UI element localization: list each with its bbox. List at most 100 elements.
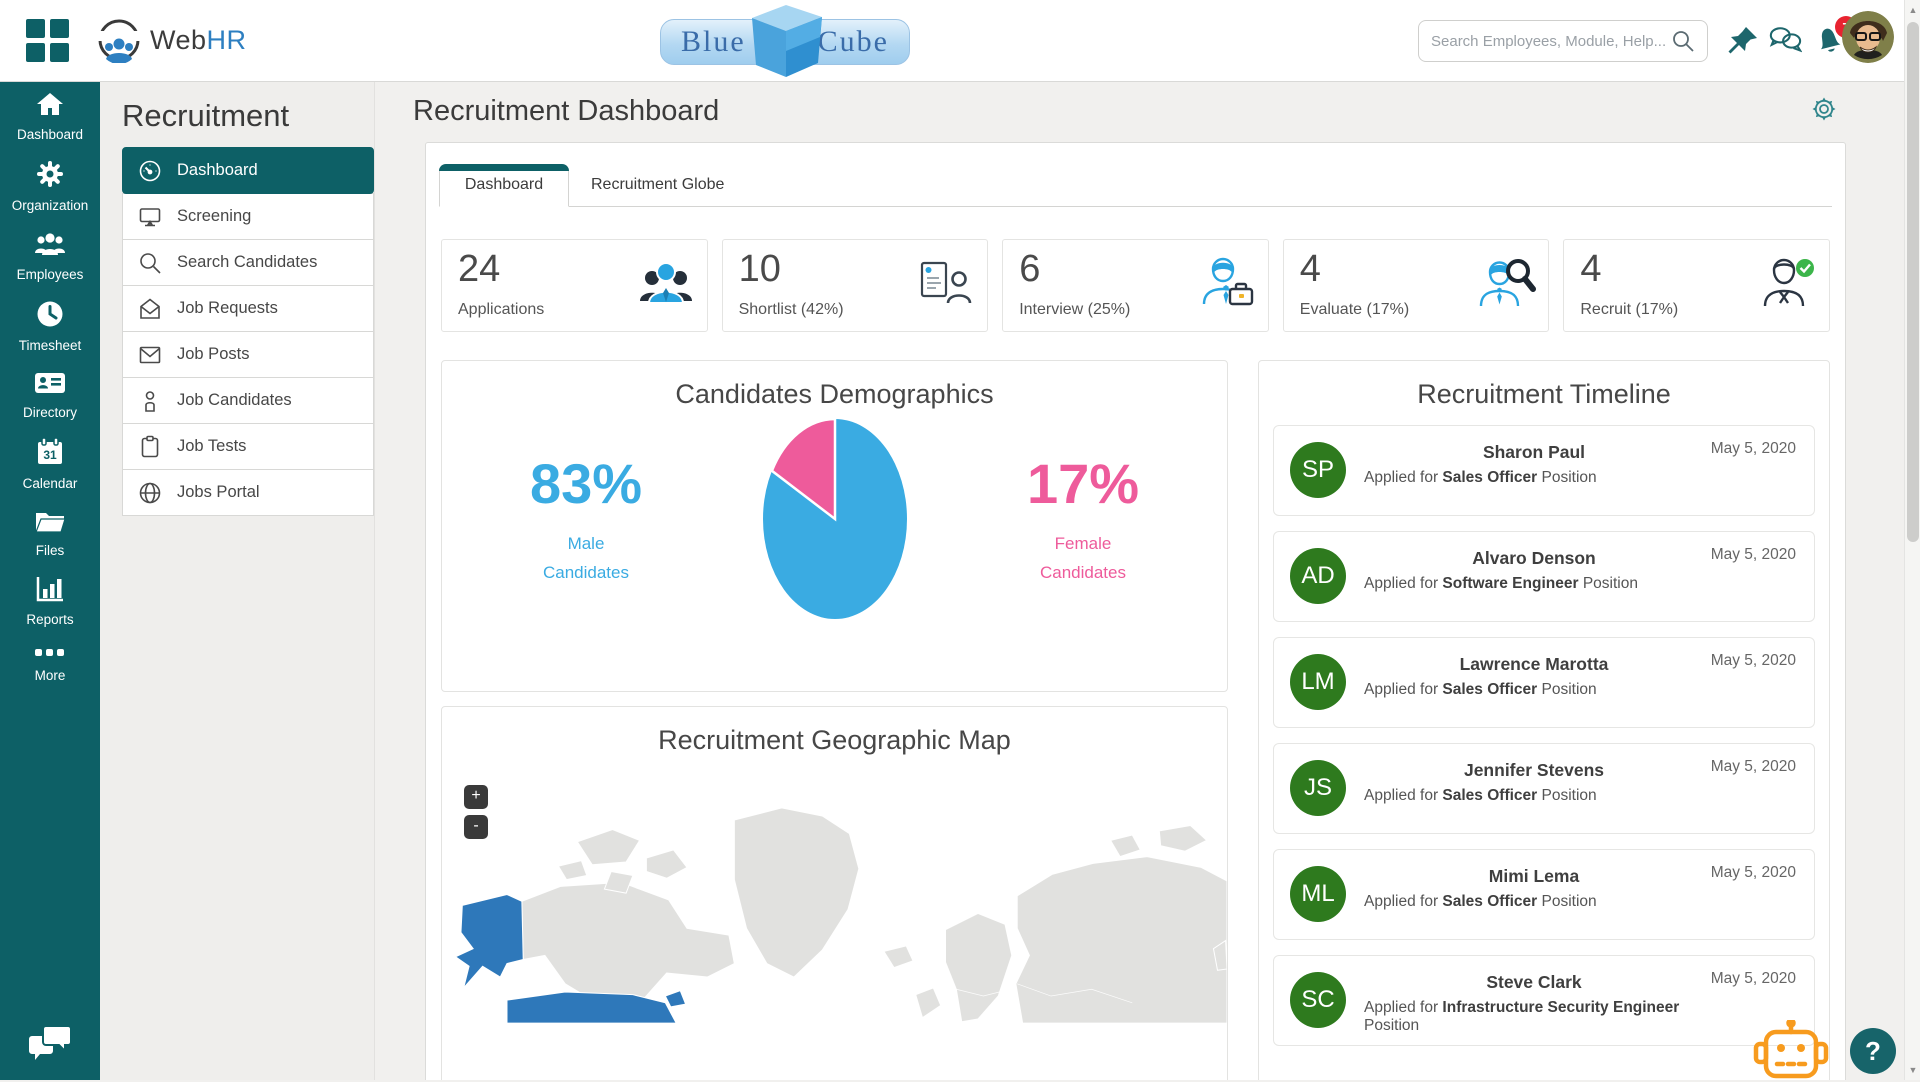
stat-card-recruit[interactable]: 4 Recruit (17%) bbox=[1563, 239, 1830, 332]
scrollbar-thumb[interactable] bbox=[1907, 22, 1919, 542]
stat-card-interview[interactable]: 6 Interview (25%) bbox=[1002, 239, 1269, 332]
application-date: May 5, 2020 bbox=[1711, 758, 1796, 776]
demographics-pie-chart[interactable] bbox=[755, 416, 915, 622]
tab-dashboard[interactable]: Dashboard bbox=[439, 164, 569, 207]
tab-recruitment-globe[interactable]: Recruitment Globe bbox=[569, 164, 746, 206]
menu-item-job-tests[interactable]: Job Tests bbox=[122, 423, 374, 470]
timeline-entry[interactable]: SP Sharon Paul Applied for Sales Officer… bbox=[1273, 425, 1815, 516]
map-zoom-out-button[interactable]: - bbox=[464, 815, 488, 839]
timeline-title: Recruitment Timeline bbox=[1273, 361, 1815, 410]
male-percentage-block: 83% MaleCandidates bbox=[476, 451, 696, 586]
page-scrollbar[interactable]: ▲ ▼ bbox=[1904, 0, 1920, 1080]
app-grid-icon[interactable] bbox=[26, 19, 70, 63]
timeline-entry[interactable]: LM Lawrence Marotta Applied for Sales Of… bbox=[1273, 637, 1815, 728]
people-icon bbox=[33, 231, 67, 257]
interview-person-briefcase-icon bbox=[1196, 256, 1256, 312]
rail-item-reports[interactable]: Reports bbox=[0, 567, 100, 636]
menu-item-screening[interactable]: Screening bbox=[122, 193, 374, 240]
applied-for-text: Applied for Sales Officer Position bbox=[1364, 681, 1704, 699]
main-content: Recruitment Dashboard Dashboard Recruitm… bbox=[375, 82, 1904, 1080]
application-date: May 5, 2020 bbox=[1711, 546, 1796, 564]
evaluate-person-magnifier-icon bbox=[1476, 256, 1536, 312]
candidate-name: Alvaro Denson bbox=[1364, 548, 1704, 569]
webhr-logo[interactable]: WebHR bbox=[96, 17, 247, 63]
chatbot-robot-icon[interactable] bbox=[1752, 1020, 1830, 1082]
avatar-initials: ML bbox=[1290, 866, 1346, 922]
bar-chart-icon bbox=[35, 576, 65, 602]
rail-item-organization[interactable]: Organization bbox=[0, 151, 100, 222]
demographics-title: Candidates Demographics bbox=[442, 361, 1227, 410]
female-percentage-block: 17% FemaleCandidates bbox=[973, 451, 1193, 586]
shortlist-resume-icon bbox=[917, 256, 975, 312]
stat-card-applications[interactable]: 24 Applications bbox=[441, 239, 708, 332]
demographics-card: Candidates Demographics 83% MaleCandidat… bbox=[441, 360, 1228, 692]
candidate-name: Steve Clark bbox=[1364, 972, 1704, 993]
rail-item-employees[interactable]: Employees bbox=[0, 222, 100, 291]
bluecube-logo: Blue Cube bbox=[660, 5, 910, 77]
clock-icon bbox=[36, 300, 64, 328]
webhr-logo-icon bbox=[96, 17, 142, 63]
search-icon[interactable] bbox=[1671, 29, 1695, 53]
timeline-entry[interactable]: JS Jennifer Stevens Applied for Sales Of… bbox=[1273, 743, 1815, 834]
timeline-entry[interactable]: SC Steve Clark Applied for Infrastructur… bbox=[1273, 955, 1815, 1046]
applied-for-text: Applied for Software Engineer Position bbox=[1364, 575, 1704, 593]
rail-item-more[interactable]: More bbox=[0, 636, 100, 692]
bluecube-cube-text: Cube bbox=[818, 25, 889, 59]
avatar-initials: LM bbox=[1290, 654, 1346, 710]
globe-icon bbox=[138, 481, 162, 505]
user-avatar[interactable] bbox=[1842, 11, 1894, 63]
application-date: May 5, 2020 bbox=[1711, 652, 1796, 670]
world-map[interactable] bbox=[442, 793, 1227, 1023]
rail-item-dashboard[interactable]: Dashboard bbox=[0, 82, 100, 151]
candidate-name: Sharon Paul bbox=[1364, 442, 1704, 463]
menu-item-job-candidates[interactable]: Job Candidates bbox=[122, 377, 374, 424]
application-date: May 5, 2020 bbox=[1711, 970, 1796, 988]
geographic-map-card: Recruitment Geographic Map + - bbox=[441, 706, 1228, 1080]
help-button[interactable]: ? bbox=[1850, 1028, 1896, 1074]
envelope-icon bbox=[138, 343, 162, 367]
map-zoom-in-button[interactable]: + bbox=[464, 785, 488, 809]
scroll-up-arrow[interactable]: ▲ bbox=[1905, 2, 1920, 18]
more-dots-icon bbox=[35, 648, 65, 658]
module-sidebar: Recruitment Dashboard Screening Search C… bbox=[100, 82, 375, 1080]
search-input[interactable] bbox=[1431, 33, 1671, 50]
pin-icon[interactable] bbox=[1726, 24, 1760, 58]
folder-icon bbox=[35, 509, 65, 533]
magnifier-icon bbox=[138, 251, 162, 275]
application-date: May 5, 2020 bbox=[1711, 440, 1796, 458]
bluecube-blue-text: Blue bbox=[681, 25, 746, 59]
timeline-entry[interactable]: AD Alvaro Denson Applied for Software En… bbox=[1273, 531, 1815, 622]
menu-item-jobs-portal[interactable]: Jobs Portal bbox=[122, 469, 374, 516]
open-envelope-icon bbox=[138, 297, 162, 321]
recruit-person-check-icon bbox=[1757, 256, 1817, 312]
dashboard-panel: Dashboard Recruitment Globe 24 Applicati… bbox=[425, 142, 1846, 1080]
person-icon bbox=[138, 389, 162, 413]
stat-card-shortlist[interactable]: 10 Shortlist (42%) bbox=[722, 239, 989, 332]
stat-card-evaluate[interactable]: 4 Evaluate (17%) bbox=[1283, 239, 1550, 332]
bluecube-cube-icon bbox=[748, 5, 824, 77]
applicants-group-icon bbox=[637, 256, 695, 312]
recruitment-timeline-card: Recruitment Timeline SP Sharon Paul Appl… bbox=[1258, 360, 1830, 1080]
avatar-initials: AD bbox=[1290, 548, 1346, 604]
menu-item-job-requests[interactable]: Job Requests bbox=[122, 285, 374, 332]
rail-item-timesheet[interactable]: Timesheet bbox=[0, 291, 100, 362]
scroll-down-arrow[interactable]: ▼ bbox=[1905, 1062, 1920, 1078]
gear-icon bbox=[36, 160, 64, 188]
page-title: Recruitment Dashboard bbox=[375, 82, 1904, 128]
global-search bbox=[1418, 20, 1708, 62]
rail-item-calendar[interactable]: 31 Calendar bbox=[0, 429, 100, 500]
stats-row: 24 Applications 10 Shortlist (42%) bbox=[441, 239, 1830, 332]
svg-text:31: 31 bbox=[43, 448, 57, 462]
gauge-icon bbox=[138, 159, 162, 183]
menu-item-search-candidates[interactable]: Search Candidates bbox=[122, 239, 374, 286]
id-card-icon bbox=[34, 371, 66, 395]
support-chat-icon[interactable] bbox=[28, 1024, 74, 1064]
rail-item-directory[interactable]: Directory bbox=[0, 362, 100, 429]
menu-item-dashboard[interactable]: Dashboard bbox=[122, 147, 374, 194]
rail-item-files[interactable]: Files bbox=[0, 500, 100, 567]
timeline-entry[interactable]: ML Mimi Lema Applied for Sales Officer P… bbox=[1273, 849, 1815, 940]
settings-gear-icon[interactable] bbox=[1810, 95, 1838, 123]
chat-icon[interactable] bbox=[1768, 24, 1802, 58]
avatar-initials: JS bbox=[1290, 760, 1346, 816]
menu-item-job-posts[interactable]: Job Posts bbox=[122, 331, 374, 378]
